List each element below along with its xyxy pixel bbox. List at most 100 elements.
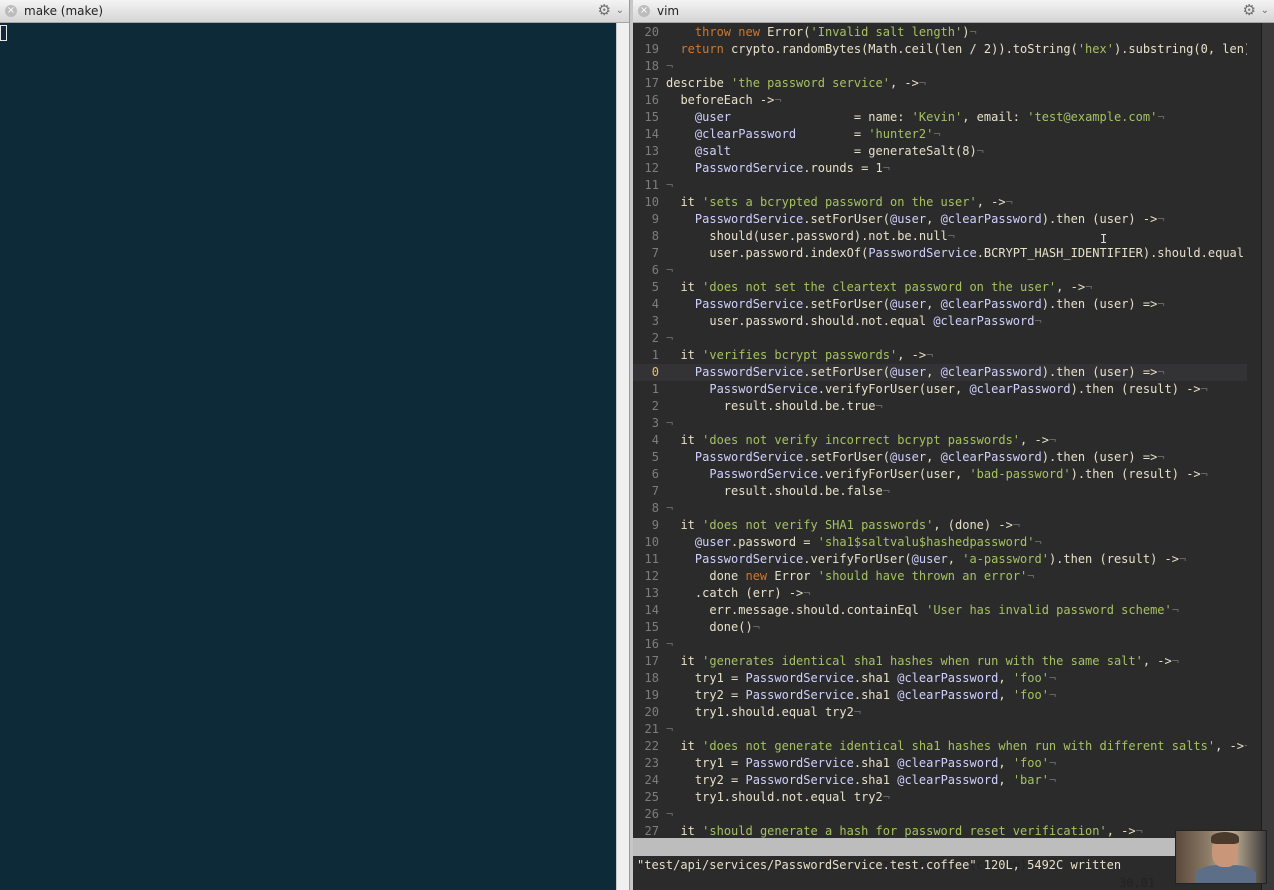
code-line[interactable]: 8 should(user.password).not.be.null¬ (633, 228, 1247, 245)
code-line[interactable]: 17 it 'generates identical sha1 hashes w… (633, 653, 1247, 670)
code-text: result.should.be.true¬ (666, 399, 883, 413)
code-token: 'does not set the cleartext password on … (702, 280, 1056, 294)
code-line[interactable]: 14 @clearPassword = 'hunter2'¬ (633, 126, 1247, 143)
code-text: return crypto.randomBytes(Math.ceil(len … (666, 42, 1247, 56)
code-line[interactable]: 17describe 'the password service', ->¬ (633, 75, 1247, 92)
code-line[interactable]: 9 it 'does not verify SHA1 passwords', (… (633, 517, 1247, 534)
code-line[interactable]: 27 it 'should generate a hash for passwo… (633, 823, 1247, 838)
code-line[interactable]: 1 it 'verifies bcrypt passwords', ->¬ (633, 347, 1247, 364)
eol-marker: ¬ (666, 59, 673, 73)
code-line[interactable]: 23 try1 = PasswordService.sha1 @clearPas… (633, 755, 1247, 772)
eol-marker: ¬ (1157, 365, 1164, 379)
close-icon[interactable]: × (5, 5, 17, 17)
code-line[interactable]: 11¬ (633, 177, 1247, 194)
code-line[interactable]: 13 .catch (err) ->¬ (633, 585, 1247, 602)
code-line[interactable]: 26¬ (633, 806, 1247, 823)
code-line[interactable]: 21¬ (633, 721, 1247, 738)
code-line[interactable]: 19 try2 = PasswordService.sha1 @clearPas… (633, 687, 1247, 704)
vim-command-line[interactable]: "test/api/services/PasswordService.test.… (633, 856, 1265, 874)
code-line[interactable]: 20 throw new Error('Invalid salt length'… (633, 24, 1247, 41)
code-line[interactable]: 10 it 'sets a bcrypted password on the u… (633, 194, 1247, 211)
code-token: PasswordService (745, 671, 853, 685)
line-number: 21 (633, 721, 659, 738)
line-number: 13 (633, 143, 659, 160)
code-line[interactable]: 8¬ (633, 500, 1247, 517)
code-line[interactable]: 12 PasswordService.rounds = 1¬ (633, 160, 1247, 177)
code-line[interactable]: 4 it 'does not verify incorrect bcrypt p… (633, 432, 1247, 449)
code-token: PasswordService (695, 212, 803, 226)
code-text: user.password.should.not.equal @clearPas… (666, 314, 1042, 328)
left-scrollbar[interactable] (616, 23, 629, 890)
code-line[interactable]: 2 result.should.be.true¬ (633, 398, 1247, 415)
code-token: , -> (890, 76, 919, 90)
code-line[interactable]: 16 beforeEach ->¬ (633, 92, 1247, 109)
code-line[interactable]: 3 user.password.should.not.equal @clearP… (633, 313, 1247, 330)
code-line[interactable]: 24 try2 = PasswordService.sha1 @clearPas… (633, 772, 1247, 789)
code-token: , -> (1056, 280, 1085, 294)
code-line[interactable]: 7 result.should.be.false¬ (633, 483, 1247, 500)
code-line[interactable]: 14 err.message.should.containEql 'User h… (633, 602, 1247, 619)
code-line[interactable]: 3¬ (633, 415, 1247, 432)
code-line[interactable]: 2¬ (633, 330, 1247, 347)
indent (666, 739, 680, 753)
line-number: 8 (633, 500, 659, 517)
code-line[interactable]: 12 done new Error 'should have thrown an… (633, 568, 1247, 585)
code-line[interactable]: 11 PasswordService.verifyForUser(@user, … (633, 551, 1247, 568)
gear-icon[interactable]: ⚙ (1243, 2, 1256, 19)
code-line[interactable]: 6¬ (633, 262, 1247, 279)
line-number: 25 (633, 789, 659, 806)
code-text: ¬ (666, 637, 673, 651)
eol-marker: ¬ (1157, 212, 1164, 226)
eol-marker: ¬ (1085, 280, 1092, 294)
code-line[interactable]: 6 PasswordService.verifyForUser(user, 'b… (633, 466, 1247, 483)
close-icon[interactable]: × (638, 5, 650, 17)
code-line[interactable]: 5 PasswordService.setForUser(@user, @cle… (633, 449, 1247, 466)
code-token: .sha1 (854, 671, 897, 685)
code-line[interactable]: 16¬ (633, 636, 1247, 653)
code-token: Error (774, 569, 817, 583)
code-line[interactable]: 0 PasswordService.setForUser(@user, @cle… (633, 364, 1247, 381)
eol-marker: ¬ (1172, 603, 1179, 617)
chevron-down-icon[interactable]: ⌄ (1261, 3, 1269, 19)
code-token: , -> (1215, 739, 1244, 753)
code-line[interactable]: 15 @user = name: 'Kevin', email: 'test@e… (633, 109, 1247, 126)
eol-marker: ¬ (1136, 824, 1143, 838)
code-line[interactable]: 25 try1.should.not.equal try2¬ (633, 789, 1247, 806)
code-line[interactable]: 18¬ (633, 58, 1247, 75)
make-terminal-pane[interactable]: × make (make) ⚙ ⌄ (0, 0, 629, 890)
vim-pane[interactable]: × vim ⚙ ⌄ 20 throw new Error('Invalid sa… (633, 0, 1274, 890)
code-editor[interactable]: 20 throw new Error('Invalid salt length'… (633, 23, 1247, 838)
code-line[interactable]: 13 @salt = generateSalt(8)¬ (633, 143, 1247, 160)
eol-marker: ¬ (666, 637, 673, 651)
code-text: try1 = PasswordService.sha1 @clearPasswo… (666, 671, 1056, 685)
line-number: 4 (633, 296, 659, 313)
code-line[interactable]: 5 it 'does not set the cleartext passwor… (633, 279, 1247, 296)
code-text: ¬ (666, 59, 673, 73)
code-token: 'does not verify incorrect bcrypt passwo… (702, 433, 1020, 447)
code-token: 'sha1$saltvalu$hashedpassword' (818, 535, 1035, 549)
code-line[interactable]: 7 user.password.indexOf(PasswordService.… (633, 245, 1247, 262)
code-line[interactable]: 4 PasswordService.setForUser(@user, @cle… (633, 296, 1247, 313)
code-token: @user (890, 365, 926, 379)
right-scrollbar[interactable] (1261, 23, 1274, 890)
terminal-output[interactable] (0, 23, 617, 890)
code-line[interactable]: 15 done()¬ (633, 619, 1247, 636)
terminal-cursor (0, 25, 7, 41)
code-line[interactable]: 20 try1.should.equal try2¬ (633, 704, 1247, 721)
gear-icon[interactable]: ⚙ (598, 2, 611, 19)
code-line[interactable]: 10 @user.password = 'sha1$saltvalu$hashe… (633, 534, 1247, 551)
eol-marker: ¬ (948, 229, 955, 243)
code-line[interactable]: 18 try1 = PasswordService.sha1 @clearPas… (633, 670, 1247, 687)
code-token: @clearPassword (941, 212, 1042, 226)
chevron-down-icon[interactable]: ⌄ (616, 3, 624, 19)
code-line[interactable]: 1 PasswordService.verifyForUser(user, @c… (633, 381, 1247, 398)
code-line[interactable]: 19 return crypto.randomBytes(Math.ceil(l… (633, 41, 1247, 58)
code-token: try1.should.equal try2 (695, 705, 854, 719)
code-token: PasswordService (695, 297, 803, 311)
code-token: @clearPassword (933, 314, 1034, 328)
code-token: ).then (user) -> (1042, 212, 1158, 226)
code-line[interactable]: 22 it 'does not generate identical sha1 … (633, 738, 1247, 755)
code-token: @clearPassword (897, 756, 998, 770)
code-line[interactable]: 9 PasswordService.setForUser(@user, @cle… (633, 211, 1247, 228)
code-token: , (926, 450, 940, 464)
